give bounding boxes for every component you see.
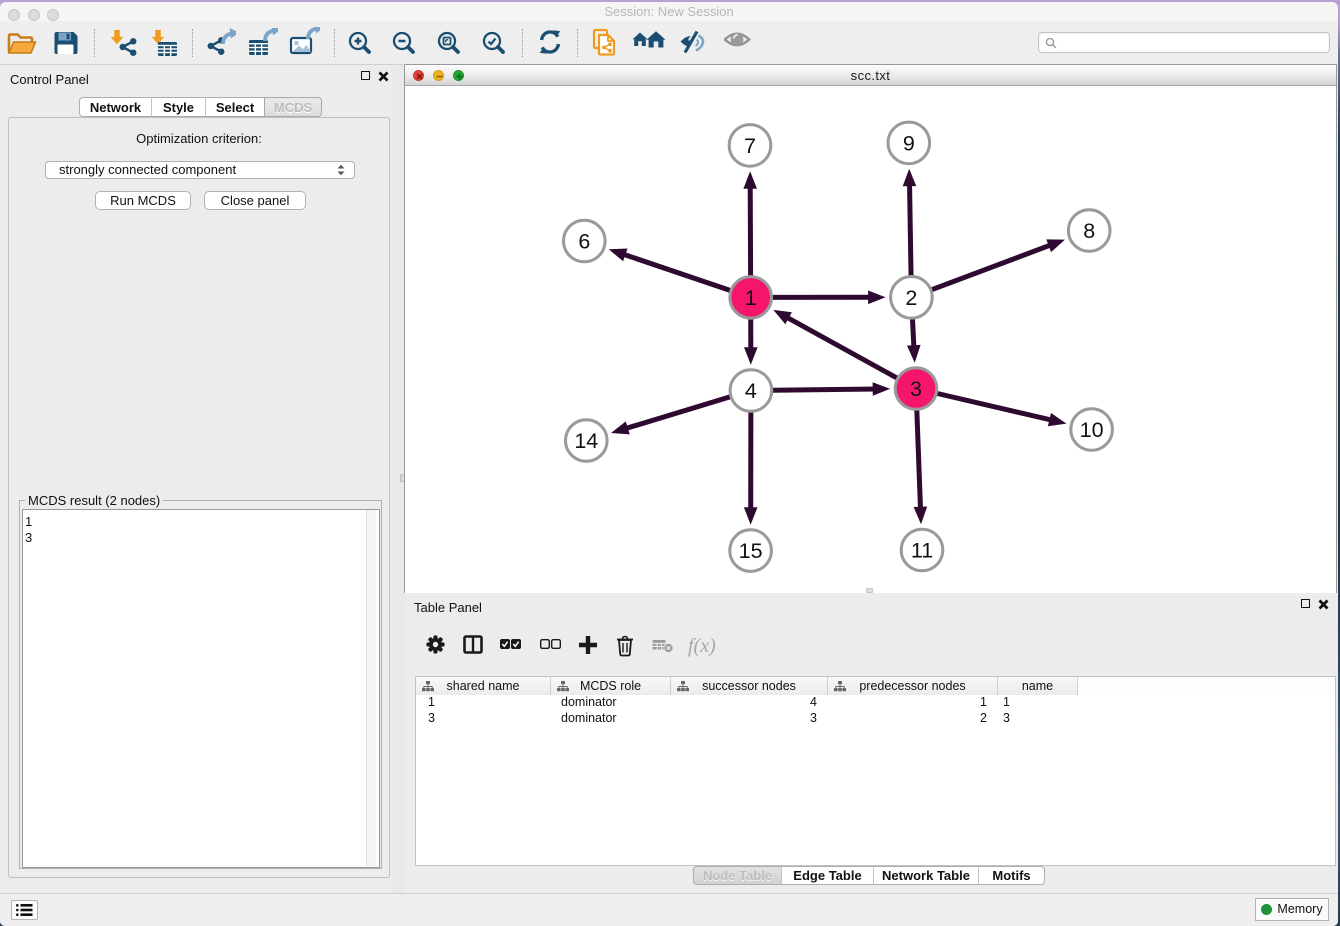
svg-text:4: 4: [745, 379, 757, 403]
svg-text:8: 8: [1083, 219, 1095, 243]
svg-text:1: 1: [745, 286, 757, 310]
svg-text:10: 10: [1080, 418, 1104, 442]
svg-text:14: 14: [574, 429, 598, 453]
svg-text:3: 3: [910, 377, 922, 401]
svg-text:6: 6: [578, 230, 590, 254]
svg-text:11: 11: [911, 539, 933, 563]
svg-text:9: 9: [903, 131, 915, 155]
svg-text:7: 7: [744, 134, 756, 158]
svg-text:15: 15: [739, 539, 763, 563]
svg-text:2: 2: [905, 286, 917, 310]
